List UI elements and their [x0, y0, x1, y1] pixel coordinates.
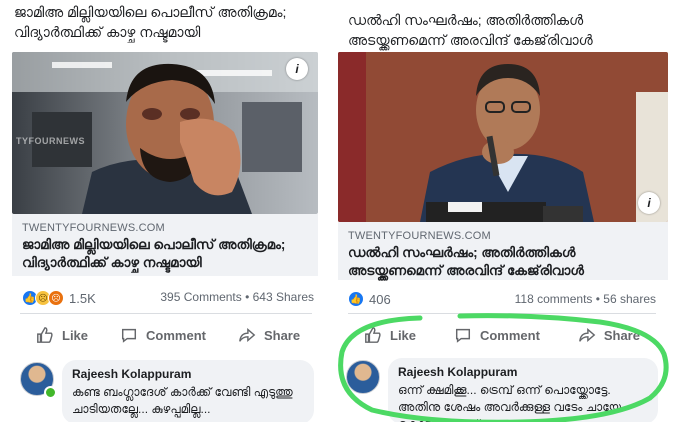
- share-label: Share: [603, 327, 640, 343]
- post-headline: ഡൽഹി സംഘർഷം; അതിർത്തികൾ അടയ്ക്കണമെന്ന് അ…: [348, 12, 593, 48]
- like-label: Like: [390, 327, 417, 343]
- news-photo: [12, 52, 318, 214]
- avatar[interactable]: [346, 360, 380, 394]
- link-preview[interactable]: TWENTYFOURNEWS.COM ജാമിഅ മില്ലിയയിലെ പൊല…: [12, 214, 318, 276]
- link-domain: TWENTYFOURNEWS.COM: [348, 230, 491, 242]
- news-thumbnail[interactable]: TYFOURNEWS i: [12, 52, 318, 214]
- thumbnail-watermark: TYFOURNEWS: [16, 136, 85, 146]
- divider: [20, 313, 312, 314]
- thumbs-up-icon: [365, 327, 381, 343]
- link-title: ഡൽഹി സംഘർഷം; അതിർത്തികൾ അടയ്ക്കണമെന്ന് അ…: [348, 245, 584, 278]
- comment-share-stats[interactable]: 395 Comments • 643 Shares: [160, 290, 314, 304]
- post-card-left: ജാമിഅ മില്ലിയയിലെ പൊലീസ് അതിക്രമം; വിദ്യ…: [2, 0, 324, 422]
- angry-reaction-icon: ☹: [48, 290, 64, 306]
- comment-label: Comment: [479, 327, 540, 343]
- share-icon: [578, 328, 596, 342]
- like-button[interactable]: Like: [20, 326, 104, 344]
- comment-button[interactable]: Comment: [438, 326, 556, 344]
- action-bar: Like Comment Share: [20, 322, 312, 348]
- comment-bubble: Rajeesh Kolappuram കണ്ട ബംഗ്ലാദേശ് കാർക്…: [62, 360, 314, 422]
- like-label: Like: [62, 327, 89, 343]
- post-card-right: ഡൽഹി സംഘർഷം; അതിർത്തികൾ അടയ്ക്കണമെന്ന് അ…: [338, 0, 668, 422]
- comment-icon: [455, 328, 470, 343]
- reaction-count: 1.5K: [69, 290, 96, 306]
- share-button[interactable]: Share: [562, 326, 656, 344]
- comment-bubble: Rajeesh Kolappuram ഒന്ന് ക്ഷമിക്കൂ... ട്…: [388, 358, 658, 422]
- share-label: Share: [263, 327, 301, 343]
- online-status-icon: [44, 386, 57, 399]
- reactions-summary[interactable]: 👍 406: [348, 291, 391, 307]
- info-icon[interactable]: i: [638, 192, 660, 214]
- post-headline: ജാമിഅ മില്ലിയയിലെ പൊലീസ് അതിക്രമം; വിദ്യ…: [14, 4, 287, 40]
- share-button[interactable]: Share: [222, 326, 316, 344]
- link-title: ജാമിഅ മില്ലിയയിലെ പൊലീസ് അതിക്രമം; വിദ്യ…: [22, 237, 286, 270]
- link-domain: TWENTYFOURNEWS.COM: [22, 222, 165, 234]
- action-bar: Like Comment Share: [348, 322, 656, 348]
- comment-item: Rajeesh Kolappuram കണ്ട ബംഗ്ലാദേശ് കാർക്…: [20, 358, 314, 422]
- comment-label: Comment: [146, 327, 206, 343]
- comment-item: Rajeesh Kolappuram ഒന്ന് ക്ഷമിക്കൂ... ട്…: [346, 356, 658, 422]
- comment-icon: [121, 328, 137, 343]
- thumbs-up-icon: [37, 327, 53, 343]
- reactions-summary[interactable]: 👍 ☹ ☹ 1.5K: [22, 290, 96, 306]
- info-icon[interactable]: i: [286, 58, 308, 80]
- link-preview[interactable]: TWENTYFOURNEWS.COM ഡൽഹി സംഘർഷം; അതിർത്തി…: [338, 222, 668, 280]
- share-icon: [239, 328, 256, 342]
- like-button[interactable]: Like: [348, 326, 432, 344]
- comment-text: ഒന്ന് ക്ഷമിക്കൂ... ട്രെമ്പ് ഒന്ന് പൊയ്ക്…: [398, 383, 626, 422]
- comment-author[interactable]: Rajeesh Kolappuram: [72, 366, 304, 382]
- comment-text: കണ്ട ബംഗ്ലാദേശ് കാർക്ക് വേണ്ടി എടുത്തു ച…: [72, 385, 293, 416]
- divider: [348, 313, 656, 314]
- like-reaction-icon: 👍: [348, 291, 364, 307]
- news-photo: [338, 52, 668, 222]
- comment-share-stats[interactable]: 118 comments • 56 shares: [515, 292, 656, 306]
- reaction-count: 406: [369, 291, 391, 307]
- news-thumbnail[interactable]: i: [338, 52, 668, 222]
- comment-button[interactable]: Comment: [104, 326, 222, 344]
- comment-author[interactable]: Rajeesh Kolappuram: [398, 364, 648, 380]
